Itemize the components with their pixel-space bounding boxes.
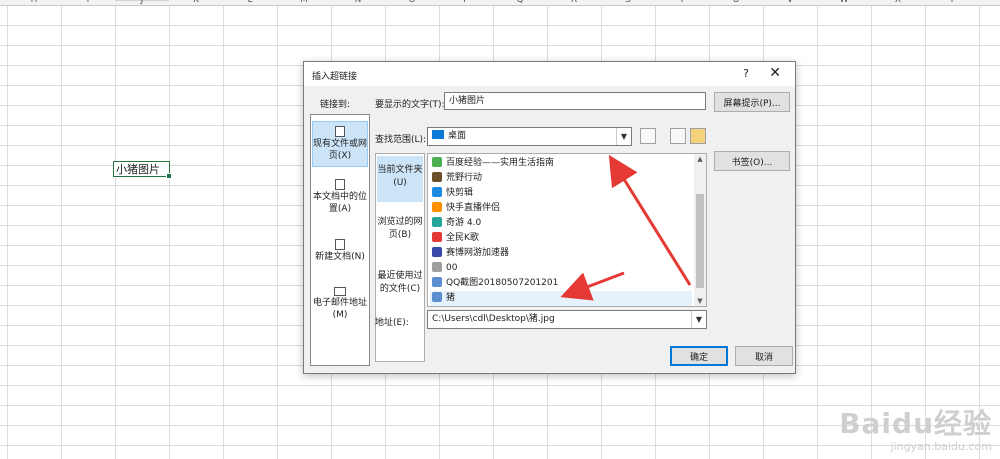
- arrow-to-first-item: [608, 154, 692, 286]
- baidu-watermark: Baidu经验 jingyan.baidu.com: [839, 402, 992, 453]
- annotation-arrows: [560, 154, 692, 301]
- watermark-logo: Baidu经验: [839, 407, 992, 440]
- arrow-to-pig-file: [560, 271, 625, 301]
